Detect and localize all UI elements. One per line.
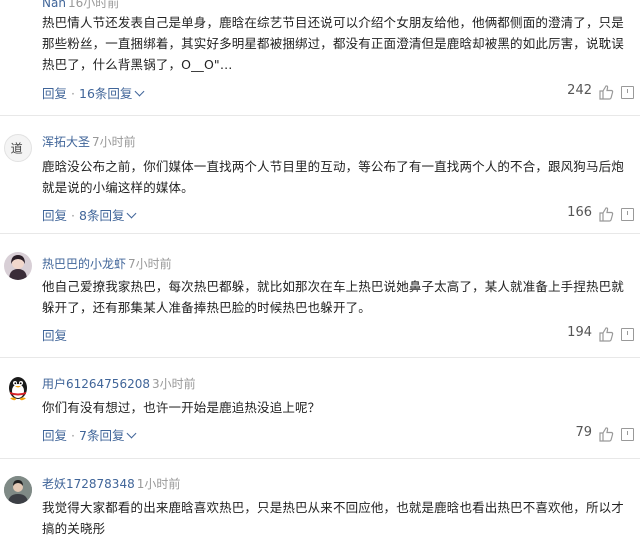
view-replies-button[interactable]: 8条回复 [79, 208, 124, 223]
comment-header: 用户61264756208 3小时前 [42, 375, 196, 392]
comment-header: 老妖172878348 1小时前 [42, 475, 180, 492]
calligraphy-avatar-icon[interactable]: 道 [4, 134, 32, 162]
view-replies-button[interactable]: 7条回复 [79, 428, 124, 443]
comment-header: Nan 16小时前 [42, 0, 119, 11]
comment-text: 他自己爱撩我家热巴，每次热巴都躲，就比如那次在车上热巴说她鼻子太高了，某人就准备… [42, 279, 624, 315]
comment-text: 你们有没有想过，也许一开始是鹿追热没追上呢？ [42, 400, 321, 415]
girl-avatar-icon[interactable] [4, 252, 32, 280]
chevron-down-icon[interactable] [127, 428, 137, 439]
like-count: 166 [567, 205, 592, 220]
comment-text: 热巴情人节还发表自己是单身，鹿晗在综艺节目还说可以介绍个女朋友给他，他俩都侧面的… [42, 15, 624, 72]
comment-text: 我觉得大家都看的出来鹿晗喜欢热巴，只是热巴从来不回应他，也就是鹿晗也看出热巴不喜… [42, 500, 624, 536]
thumbs-up-icon[interactable] [598, 206, 614, 222]
photo-avatar-icon[interactable] [4, 476, 32, 504]
thumbs-up-icon[interactable] [598, 84, 614, 100]
comment-actions: 回复 · 16条回复 [42, 83, 145, 102]
comment-header: 热巴巴的小龙虾 7小时前 [42, 255, 172, 272]
comment-time: 3小时前 [151, 377, 196, 391]
thumbs-up-icon[interactable] [598, 426, 614, 442]
comment-actions: 回复 [42, 325, 67, 344]
thumbs-up-icon[interactable] [598, 326, 614, 342]
chevron-down-icon[interactable] [127, 208, 137, 219]
reply-button[interactable]: 回复 [42, 208, 67, 223]
divider [0, 357, 640, 358]
reply-button[interactable]: 回复 [42, 428, 67, 443]
svg-text:道: 道 [11, 142, 23, 156]
like-count: 79 [575, 425, 592, 440]
report-icon[interactable] [621, 328, 634, 341]
username-link[interactable]: 热巴巴的小龙虾 [42, 257, 126, 271]
reply-button[interactable]: 回复 [42, 328, 67, 343]
comment-time: 7小时前 [92, 135, 136, 149]
report-icon[interactable] [621, 208, 634, 221]
like-count: 194 [567, 325, 592, 340]
username-link[interactable]: Nan [42, 0, 66, 10]
comment-text: 鹿晗没公布之前，你们媒体一直找两个人节目里的互动，等公布了有一直找两个人的不合，… [42, 159, 624, 195]
comment-time: 16小时前 [67, 0, 120, 10]
view-replies-button[interactable]: 16条回复 [79, 86, 132, 101]
divider [0, 458, 640, 459]
chevron-down-icon[interactable] [134, 86, 145, 97]
comment-actions: 回复 · 7条回复 [42, 425, 137, 444]
divider [0, 115, 640, 116]
comment-header: 浑拓大圣 7小时前 [42, 133, 136, 150]
report-icon[interactable] [621, 428, 634, 441]
penguin-avatar-icon[interactable] [4, 373, 32, 401]
comment-time: 1小时前 [136, 477, 181, 491]
report-icon[interactable] [621, 86, 634, 99]
username-link[interactable]: 老妖172878348 [42, 477, 135, 491]
divider [0, 233, 640, 234]
separator-dot: · [71, 208, 75, 223]
reply-button[interactable]: 回复 [42, 86, 67, 101]
comment-time: 7小时前 [128, 257, 172, 271]
username-link[interactable]: 浑拓大圣 [42, 135, 90, 149]
separator-dot: · [71, 86, 75, 101]
username-link[interactable]: 用户61264756208 [42, 377, 150, 391]
comment-actions: 回复 · 8条回复 [42, 205, 137, 224]
separator-dot: · [71, 428, 75, 443]
like-count: 242 [567, 83, 592, 98]
